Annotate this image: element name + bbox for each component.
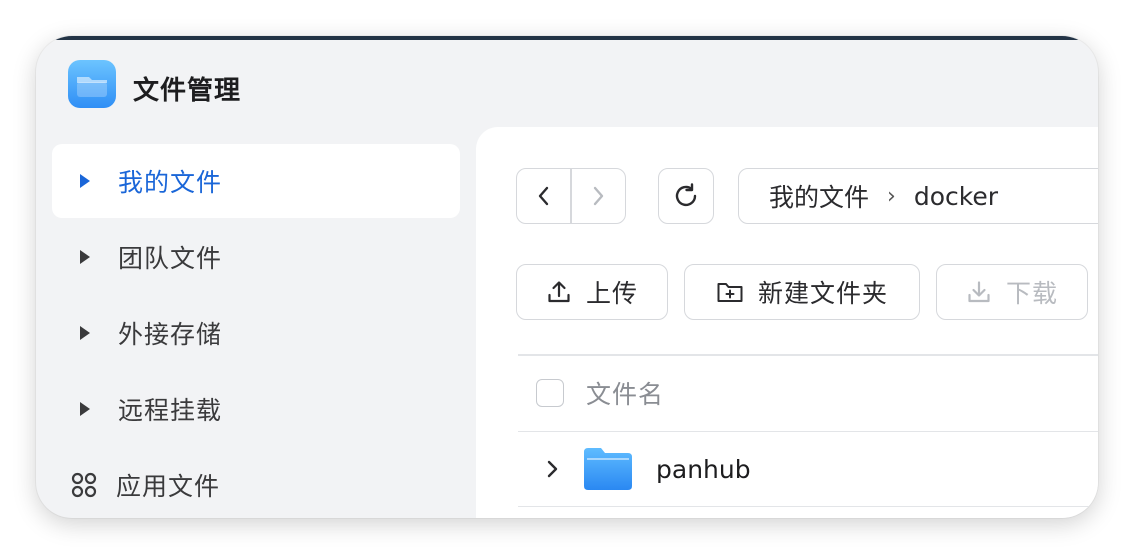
breadcrumb-item-current: docker [913,181,998,211]
chevron-right-icon [594,186,604,206]
select-all-checkbox[interactable] [536,379,564,407]
folder-plus-icon [717,283,743,302]
new-folder-button[interactable]: 新建文件夹 [684,264,920,320]
sidebar-item-my-files[interactable]: 我的文件 [52,144,460,218]
history-nav-group [516,168,626,224]
new-folder-label: 新建文件夹 [757,279,888,308]
breadcrumb: 我的文件 › docker [738,168,1098,224]
sidebar-item-label: 团队文件 [118,244,223,273]
download-label: 下载 [1005,279,1058,308]
caret-right-icon [80,174,90,188]
table-row[interactable]: panhub [518,432,1098,507]
folder-app-icon [68,60,116,108]
sidebar-item-app-files[interactable]: 应用文件 [52,448,460,518]
refresh-button[interactable] [658,168,714,224]
back-button[interactable] [517,169,570,223]
sidebar-item-remote-mount[interactable]: 远程挂载 [52,372,460,446]
download-icon [968,281,990,303]
sidebar: 我的文件 团队文件 外接存储 远程挂载 应用文件 [52,144,460,518]
forward-button[interactable] [572,169,625,223]
column-header-name[interactable]: 文件名 [586,375,664,411]
chevron-right-icon[interactable] [544,457,560,481]
sidebar-item-external-storage[interactable]: 外接存储 [52,296,460,370]
caret-right-icon [80,402,90,416]
refresh-icon [675,183,697,207]
breadcrumb-item-root[interactable]: 我的文件 [769,178,869,214]
upload-label: 上传 [585,279,638,308]
file-manager-window: 文件管理 我的文件 团队文件 外接存储 远程挂载 应用文件 我的文件 › doc… [36,36,1098,518]
upload-button[interactable]: 上传 [516,264,668,320]
download-button[interactable]: 下载 [936,264,1088,320]
sidebar-item-label: 我的文件 [118,168,223,197]
sidebar-item-label: 远程挂载 [118,396,223,425]
chevron-left-icon [538,186,548,206]
sidebar-item-label: 应用文件 [116,472,221,501]
sidebar-item-label: 外接存储 [118,320,223,349]
table-header: 文件名 [518,355,1098,432]
upload-icon [548,281,570,303]
folder-icon [584,448,632,490]
caret-right-icon [80,250,90,264]
chevron-right-icon: › [887,183,896,209]
main-panel: 我的文件 › docker 上传 新建文件夹 下载 文件名 panhub [476,127,1098,518]
apps-grid-icon [71,472,97,498]
sidebar-item-team-files[interactable]: 团队文件 [52,220,460,294]
file-name: panhub [656,454,751,484]
app-title: 文件管理 [133,76,242,106]
caret-right-icon [80,326,90,340]
app-header: 文件管理 [36,40,1098,128]
